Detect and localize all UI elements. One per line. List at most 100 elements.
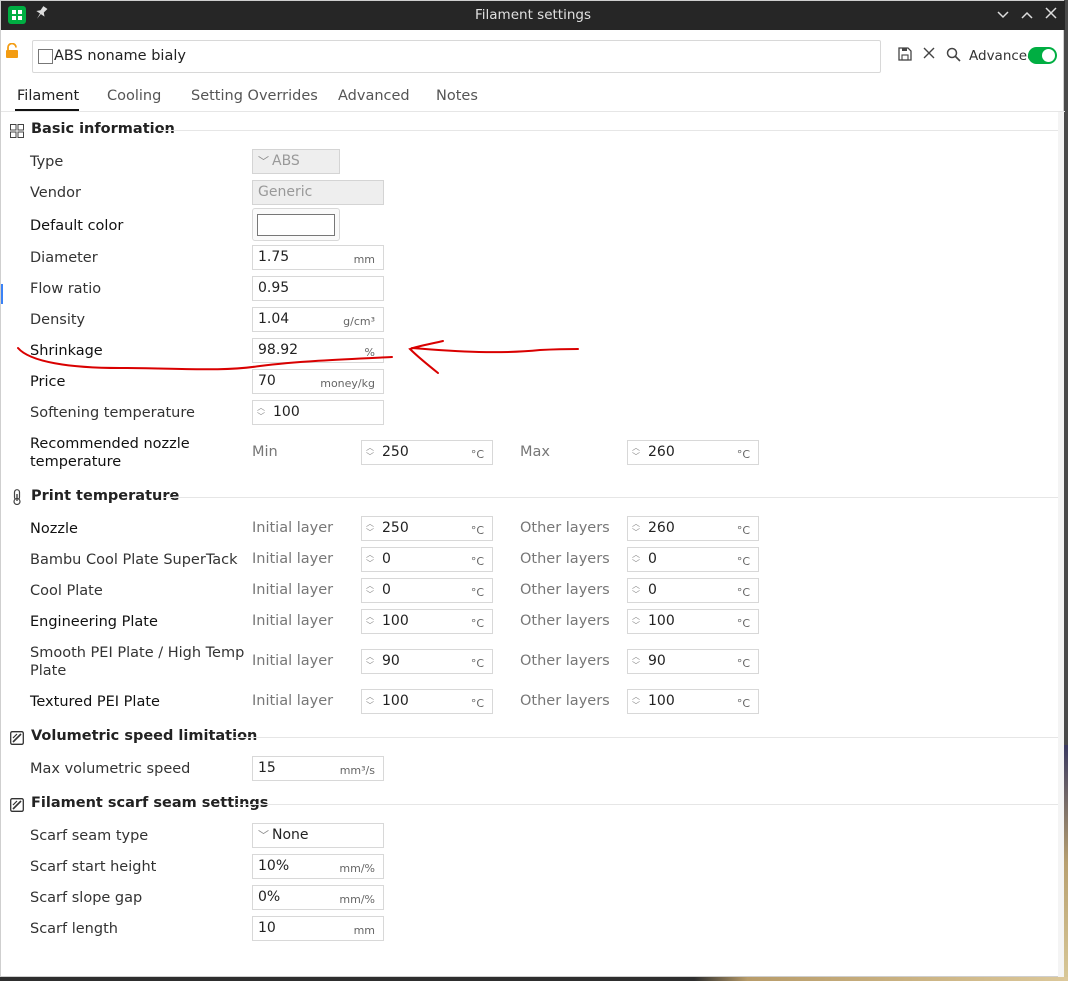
scarf-length-input[interactable]: 10 mm — [252, 916, 384, 941]
focus-indicator — [1, 284, 3, 304]
initial-layer-label: Initial layer — [252, 551, 334, 567]
density-input[interactable]: 1.04 g/cm³ — [252, 307, 384, 332]
section-title-scarf: Filament scarf seam settings — [31, 795, 269, 811]
spinner-arrows-icon[interactable]: ︿ ﹀ — [631, 550, 641, 570]
spinner-arrows-icon[interactable]: ︿ ﹀ — [631, 581, 641, 601]
spinner-arrows-icon[interactable]: ︿ ﹀ — [365, 581, 375, 601]
section-title-print-temp: Print temperature — [31, 488, 180, 504]
preset-header: ABS noname bialy Advanced — [1, 30, 1065, 82]
shrinkage-label: Shrinkage — [30, 343, 103, 359]
vendor-field[interactable]: Generic — [252, 180, 384, 205]
diameter-label: Diameter — [30, 250, 98, 266]
spinner-arrows-icon[interactable]: ︿ ﹀ — [365, 612, 375, 632]
cool-plate-label: Cool Plate — [30, 583, 103, 599]
scarf-start-height-label: Scarf start height — [30, 859, 157, 875]
flow-ratio-input[interactable]: 0.95 — [252, 276, 384, 301]
chevron-down-icon: ﹀ — [258, 155, 269, 168]
spinner-arrows-icon[interactable]: ︿ ﹀ — [631, 443, 641, 463]
softening-temp-input[interactable]: ︿ ﹀ 100 — [252, 400, 384, 425]
spinner-arrows-icon[interactable]: ︿ ﹀ — [365, 519, 375, 539]
scarf-seam-type-select[interactable]: ﹀ None — [252, 823, 384, 848]
spinner-arrows-icon[interactable]: ︿ ﹀ — [631, 519, 641, 539]
save-icon[interactable] — [897, 47, 913, 63]
default-color-label: Default color — [30, 218, 124, 234]
type-select[interactable]: ﹀ ABS — [252, 149, 340, 174]
price-label: Price — [30, 374, 66, 390]
advanced-toggle[interactable] — [1028, 47, 1057, 64]
tab-setting-overrides[interactable]: Setting Overrides — [191, 88, 318, 104]
tab-notes[interactable]: Notes — [436, 88, 478, 104]
price-input[interactable]: 70 money/kg — [252, 369, 384, 394]
nozzle-initial-input[interactable]: ︿ ﹀ 250 °C — [361, 516, 493, 541]
lock-icon[interactable] — [5, 42, 19, 59]
spinner-arrows-icon[interactable]: ︿ ﹀ — [256, 403, 266, 423]
tab-bar: Filament Cooling Setting Overrides Advan… — [1, 82, 1065, 112]
nozzle-temp-label-2: temperature — [30, 454, 122, 470]
close-icon[interactable] — [921, 47, 937, 63]
section-divider — [163, 497, 1058, 498]
tab-filament[interactable]: Filament — [17, 88, 79, 104]
tab-cooling[interactable]: Cooling — [107, 88, 161, 104]
vendor-label: Vendor — [30, 185, 81, 201]
section-title-volumetric: Volumetric speed limitation — [31, 728, 258, 744]
nozzle-min-input[interactable]: ︿ ﹀ 250 °C — [361, 440, 493, 465]
chevron-up-icon[interactable] — [1016, 4, 1038, 26]
max-volumetric-speed-input[interactable]: 15 mm³/s — [252, 756, 384, 781]
density-label: Density — [30, 312, 86, 328]
chevron-down-icon[interactable] — [992, 4, 1014, 26]
spinner-arrows-icon[interactable]: ︿ ﹀ — [631, 692, 641, 712]
cool-plate-initial-input[interactable]: ︿ ﹀ 0 °C — [361, 578, 493, 603]
textured-pei-initial-input[interactable]: ︿ ﹀ 100 °C — [361, 689, 493, 714]
spinner-arrows-icon[interactable]: ︿ ﹀ — [631, 652, 641, 672]
spinner-arrows-icon[interactable]: ︿ ﹀ — [365, 550, 375, 570]
type-label: Type — [30, 154, 64, 170]
textured-pei-other-input[interactable]: ︿ ﹀ 100 °C — [627, 689, 759, 714]
default-color-picker[interactable] — [252, 208, 340, 241]
smooth-pei-initial-input[interactable]: ︿ ﹀ 90 °C — [361, 649, 493, 674]
other-layers-label: Other layers — [520, 582, 610, 598]
desktop-background — [0, 977, 1068, 981]
preset-checkbox[interactable] — [38, 49, 53, 64]
nozzle-temp-label-1: Recommended nozzle — [30, 436, 190, 452]
tab-advanced[interactable]: Advanced — [338, 88, 410, 104]
initial-layer-label: Initial layer — [252, 653, 334, 669]
spinner-arrows-icon[interactable]: ︿ ﹀ — [631, 612, 641, 632]
preset-name: ABS noname bialy — [54, 48, 186, 64]
nozzle-max-input[interactable]: ︿ ﹀ 260 °C — [627, 440, 759, 465]
close-icon[interactable] — [1040, 4, 1062, 26]
smooth-pei-label-2: Plate — [30, 663, 67, 679]
cool-plate-other-input[interactable]: ︿ ﹀ 0 °C — [627, 578, 759, 603]
other-layers-label: Other layers — [520, 653, 610, 669]
max-label: Max — [520, 444, 550, 460]
section-divider — [229, 737, 1058, 738]
diameter-input[interactable]: 1.75 mm — [252, 245, 384, 270]
scarf-start-height-input[interactable]: 10% mm/% — [252, 854, 384, 879]
search-icon[interactable] — [945, 47, 961, 63]
softening-temp-label: Softening temperature — [30, 405, 195, 421]
nozzle-other-input[interactable]: ︿ ﹀ 260 °C — [627, 516, 759, 541]
supertack-other-input[interactable]: ︿ ﹀ 0 °C — [627, 547, 759, 572]
supertack-initial-input[interactable]: ︿ ﹀ 0 °C — [361, 547, 493, 572]
title-bar[interactable]: Filament settings — [1, 1, 1065, 30]
engineering-plate-other-input[interactable]: ︿ ﹀ 100 °C — [627, 609, 759, 634]
initial-layer-label: Initial layer — [252, 520, 334, 536]
other-layers-label: Other layers — [520, 551, 610, 567]
box-icon — [10, 730, 24, 745]
spinner-arrows-icon[interactable]: ︿ ﹀ — [365, 692, 375, 712]
spinner-arrows-icon[interactable]: ︿ ﹀ — [365, 443, 375, 463]
scarf-slope-gap-input[interactable]: 0% mm/% — [252, 885, 384, 910]
textured-pei-label: Textured PEI Plate — [30, 694, 160, 710]
initial-layer-label: Initial layer — [252, 613, 334, 629]
max-volumetric-speed-label: Max volumetric speed — [30, 761, 191, 777]
section-divider — [159, 130, 1058, 131]
initial-layer-label: Initial layer — [252, 582, 334, 598]
engineering-plate-initial-input[interactable]: ︿ ﹀ 100 °C — [361, 609, 493, 634]
nozzle-label: Nozzle — [30, 521, 78, 537]
smooth-pei-other-input[interactable]: ︿ ﹀ 90 °C — [627, 649, 759, 674]
spinner-arrows-icon[interactable]: ︿ ﹀ — [365, 652, 375, 672]
shrinkage-input[interactable]: 98.92% — [252, 338, 384, 363]
preset-selector[interactable]: ABS noname bialy — [32, 40, 881, 73]
engineering-plate-label: Engineering Plate — [30, 614, 158, 630]
flow-ratio-label: Flow ratio — [30, 281, 102, 297]
advanced-label: Advanced — [969, 48, 1036, 64]
